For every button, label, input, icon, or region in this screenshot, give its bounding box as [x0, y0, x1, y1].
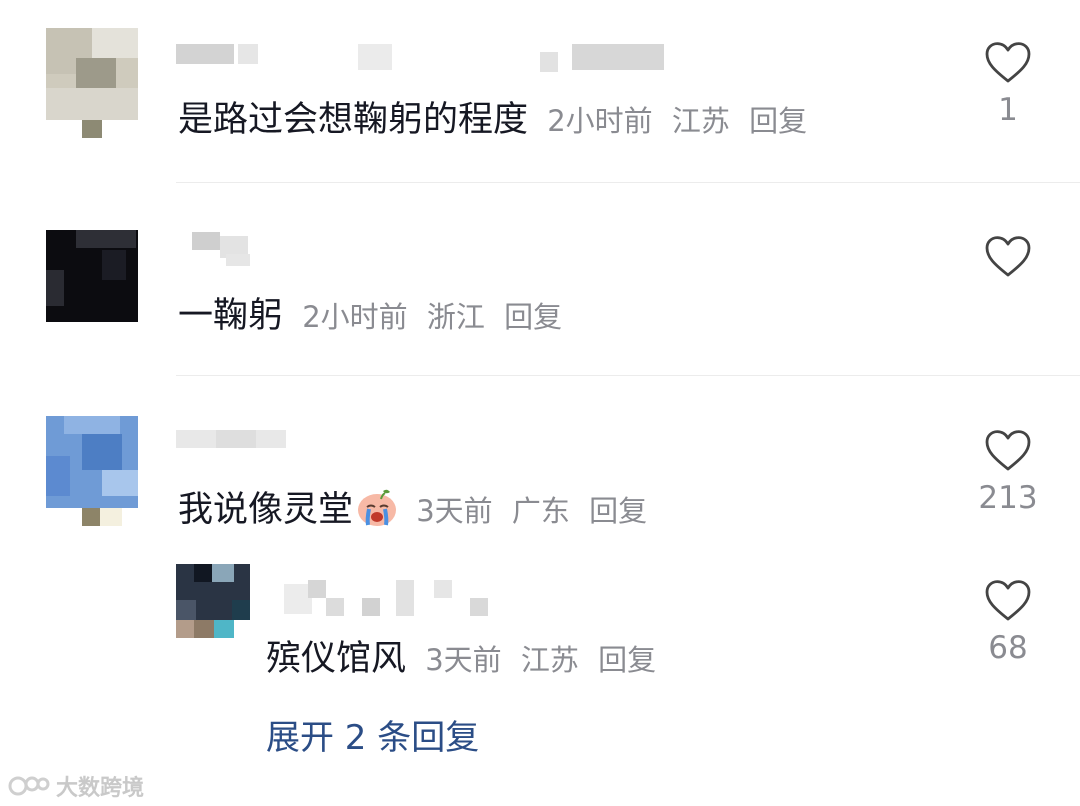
like-count: 213	[978, 480, 1038, 516]
like-button[interactable]: 213	[968, 428, 1048, 516]
username-blurred[interactable]	[176, 44, 664, 74]
comment-body: 是路过会想鞠躬的程度	[178, 100, 529, 140]
avatar[interactable]	[46, 416, 138, 526]
comment-text: 一鞠躬 2小时前 浙江 回复	[178, 294, 562, 339]
heart-icon	[985, 42, 1031, 83]
like-count: 68	[988, 630, 1028, 666]
reply-button[interactable]: 回复	[589, 494, 647, 528]
expand-replies-button[interactable]: 展开 2 条回复	[266, 710, 479, 759]
username-blurred[interactable]	[176, 232, 316, 266]
watermark-text: 大数跨境	[56, 776, 145, 801]
comment-time: 2小时前	[547, 104, 653, 138]
like-count: 1	[998, 92, 1018, 128]
divider	[176, 182, 1080, 183]
avatar[interactable]	[46, 230, 138, 326]
divider	[176, 375, 1080, 376]
comment-text: 是路过会想鞠躬的程度 2小时前 江苏 回复	[178, 98, 807, 143]
reply-text: 殡仪馆风 3天前 江苏 回复	[266, 637, 656, 682]
crying-face-emoji	[358, 489, 397, 526]
like-button[interactable]	[968, 234, 1048, 286]
comment-location: 广东	[511, 494, 570, 528]
comment-body: 一鞠躬	[178, 296, 284, 336]
heart-icon	[985, 430, 1031, 471]
reply-body: 殡仪馆风	[266, 639, 407, 679]
reply-button[interactable]: 回复	[598, 643, 656, 677]
reply-location: 江苏	[520, 643, 579, 677]
reply-username-blurred[interactable]	[284, 580, 494, 616]
reply-time: 3天前	[425, 643, 502, 677]
comment-text: 我说像灵堂 3天前 广东 回复	[178, 487, 647, 533]
watermark: 大数跨境	[8, 770, 144, 802]
heart-icon	[985, 236, 1031, 277]
comment-body: 我说像灵堂	[178, 490, 354, 530]
watermark-logo-icon	[8, 776, 50, 796]
comment-location: 浙江	[426, 300, 485, 334]
reply-button[interactable]: 回复	[749, 104, 807, 138]
reply-avatar[interactable]	[176, 564, 250, 638]
comment-time: 2小时前	[302, 300, 408, 334]
reply-like-button[interactable]: 68	[968, 578, 1048, 666]
reply-button[interactable]: 回复	[504, 300, 562, 334]
avatar[interactable]	[46, 28, 138, 138]
comment-location: 江苏	[671, 104, 730, 138]
comment-time: 3天前	[416, 494, 493, 528]
username-blurred[interactable]	[176, 430, 296, 460]
like-button[interactable]: 1	[968, 40, 1048, 128]
heart-icon	[985, 580, 1031, 621]
